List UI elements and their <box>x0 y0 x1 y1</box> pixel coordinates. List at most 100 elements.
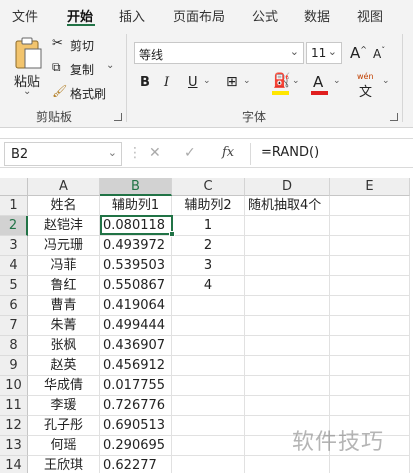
cell-e4[interactable] <box>330 256 410 276</box>
cell-a6[interactable]: 曹青 <box>28 296 100 316</box>
column-header-b[interactable]: B <box>100 178 172 196</box>
cell-c5[interactable]: 4 <box>172 276 245 296</box>
row-header[interactable]: 14 <box>0 456 28 473</box>
font-color-dropdown-icon[interactable]: ⌄ <box>333 76 341 86</box>
borders-dropdown-icon[interactable]: ⌄ <box>243 76 251 86</box>
cell-e10[interactable] <box>330 376 410 396</box>
phonetic-guide-button[interactable]: wén 文 <box>355 72 381 100</box>
cell-b2[interactable]: 0.080118 <box>100 216 172 236</box>
clipboard-launcher-icon[interactable] <box>114 113 122 121</box>
column-header-a[interactable]: A <box>28 178 100 196</box>
cell-a14[interactable]: 王欣琪 <box>28 456 100 473</box>
cell-b13[interactable]: 0.290695 <box>100 436 172 456</box>
cell-d9[interactable] <box>245 356 330 376</box>
insert-function-icon[interactable]: fx <box>222 145 234 160</box>
cell-e2[interactable] <box>330 216 410 236</box>
cancel-icon[interactable]: ✕ <box>149 145 161 161</box>
cell-a11[interactable]: 李瑗 <box>28 396 100 416</box>
tab-file[interactable]: 文件 <box>12 6 38 25</box>
shrink-font-button[interactable]: Aˇ <box>373 46 385 61</box>
cell-c1[interactable]: 辅助列2 <box>172 196 245 216</box>
cell-b12[interactable]: 0.690513 <box>100 416 172 436</box>
italic-button[interactable]: I <box>164 75 169 90</box>
cell-a9[interactable]: 赵英 <box>28 356 100 376</box>
cell-c2[interactable]: 1 <box>172 216 245 236</box>
phonetic-dropdown-icon[interactable]: ⌄ <box>382 76 390 86</box>
cell-d2[interactable] <box>245 216 330 236</box>
formula-input[interactable]: =RAND() <box>261 145 319 160</box>
paste-button[interactable]: 粘贴 ⌄ <box>10 34 46 98</box>
cell-a2[interactable]: 赵铠沣 <box>28 216 100 236</box>
row-header[interactable]: 13 <box>0 436 28 456</box>
cell-d14[interactable] <box>245 456 330 473</box>
row-header[interactable]: 12 <box>0 416 28 436</box>
grow-font-button[interactable]: A^ <box>350 44 367 62</box>
select-all-corner[interactable] <box>0 178 28 196</box>
cell-e7[interactable] <box>330 316 410 336</box>
row-header[interactable]: 11 <box>0 396 28 416</box>
tab-page-layout[interactable]: 页面布局 <box>173 6 225 25</box>
cell-e3[interactable] <box>330 236 410 256</box>
cell-e1[interactable] <box>330 196 410 216</box>
cell-a3[interactable]: 冯元珊 <box>28 236 100 256</box>
column-header-d[interactable]: D <box>245 178 330 196</box>
font-name-select[interactable]: 等线 ⌄ <box>134 42 304 64</box>
format-painter-button[interactable]: 🖌 格式刷 <box>52 84 116 102</box>
cell-b7[interactable]: 0.499444 <box>100 316 172 336</box>
cell-b1[interactable]: 辅助列1 <box>100 196 172 216</box>
row-header[interactable]: 8 <box>0 336 28 356</box>
cell-b4[interactable]: 0.539503 <box>100 256 172 276</box>
row-header[interactable]: 7 <box>0 316 28 336</box>
cell-e14[interactable] <box>330 456 410 473</box>
cell-c4[interactable]: 3 <box>172 256 245 276</box>
cell-c6[interactable] <box>172 296 245 316</box>
cell-c13[interactable] <box>172 436 245 456</box>
row-header[interactable]: 1 <box>0 196 28 216</box>
cell-a4[interactable]: 冯菲 <box>28 256 100 276</box>
copy-dropdown-icon[interactable]: ⌄ <box>106 60 114 71</box>
cell-c8[interactable] <box>172 336 245 356</box>
cell-b8[interactable]: 0.436907 <box>100 336 172 356</box>
tab-formulas[interactable]: 公式 <box>252 6 278 25</box>
row-header[interactable]: 2 <box>0 216 28 236</box>
cell-d6[interactable] <box>245 296 330 316</box>
cell-c10[interactable] <box>172 376 245 396</box>
cell-c9[interactable] <box>172 356 245 376</box>
cell-e8[interactable] <box>330 336 410 356</box>
cell-d1[interactable]: 随机抽取4个 <box>245 196 330 216</box>
column-header-e[interactable]: E <box>330 178 410 196</box>
cell-e6[interactable] <box>330 296 410 316</box>
cell-e11[interactable] <box>330 396 410 416</box>
cell-b9[interactable]: 0.456912 <box>100 356 172 376</box>
font-size-select[interactable]: 11 ⌄ <box>306 42 342 64</box>
copy-button[interactable]: ⧉ 复制 ⌄ <box>52 60 116 78</box>
cell-a5[interactable]: 鲁红 <box>28 276 100 296</box>
cell-a1[interactable]: 姓名 <box>28 196 100 216</box>
cell-d7[interactable] <box>245 316 330 336</box>
underline-button[interactable]: U <box>188 75 198 90</box>
font-color-icon[interactable]: A <box>313 73 323 91</box>
font-launcher-icon[interactable] <box>390 113 398 121</box>
cell-b3[interactable]: 0.493972 <box>100 236 172 256</box>
fill-color-dropdown-icon[interactable]: ⌄ <box>292 76 300 86</box>
row-header[interactable]: 4 <box>0 256 28 276</box>
cell-c11[interactable] <box>172 396 245 416</box>
tab-insert[interactable]: 插入 <box>119 6 145 25</box>
tab-view[interactable]: 视图 <box>357 6 383 25</box>
cell-a8[interactable]: 张枫 <box>28 336 100 356</box>
row-header[interactable]: 10 <box>0 376 28 396</box>
enter-icon[interactable]: ✓ <box>184 145 196 161</box>
cell-c7[interactable] <box>172 316 245 336</box>
row-header[interactable]: 5 <box>0 276 28 296</box>
cell-d4[interactable] <box>245 256 330 276</box>
tab-data[interactable]: 数据 <box>304 6 330 25</box>
cell-b10[interactable]: 0.017755 <box>100 376 172 396</box>
column-header-c[interactable]: C <box>172 178 245 196</box>
cell-b14[interactable]: 0.62277 <box>100 456 172 473</box>
cell-c14[interactable] <box>172 456 245 473</box>
cell-a13[interactable]: 何瑶 <box>28 436 100 456</box>
name-box[interactable]: B2 ⌄ <box>4 142 122 166</box>
cell-a10[interactable]: 华成倩 <box>28 376 100 396</box>
tab-home[interactable]: 开始 <box>67 6 93 25</box>
cell-d5[interactable] <box>245 276 330 296</box>
